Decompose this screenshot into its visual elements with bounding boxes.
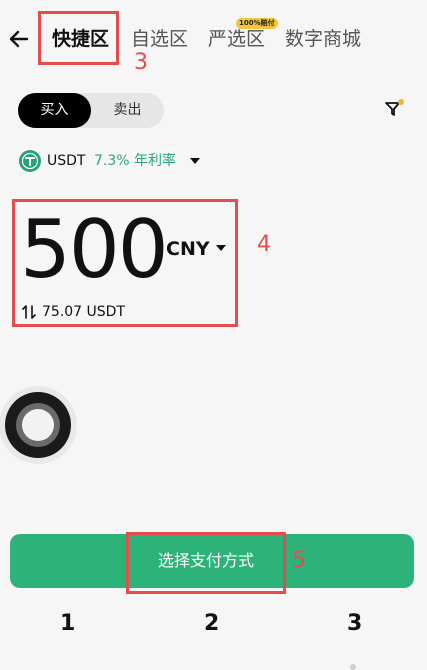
floating-assistive-button[interactable]	[5, 392, 71, 458]
back-arrow-icon[interactable]	[8, 26, 30, 52]
tab-watchlist-zone[interactable]: 自选区	[131, 26, 188, 52]
annotation-box-5	[126, 532, 286, 594]
sell-option[interactable]: 卖出	[91, 93, 164, 128]
compensation-badge: 100%赔付	[236, 18, 278, 29]
annotation-label-5: 5	[292, 548, 306, 573]
buy-option[interactable]: 买入	[18, 93, 91, 128]
annotation-box-3	[38, 11, 119, 65]
annotation-box-4	[12, 199, 238, 327]
home-indicator-dot	[350, 664, 356, 670]
buy-sell-toggle: 买入 卖出	[18, 93, 164, 128]
caret-down-icon[interactable]	[190, 158, 200, 164]
annotation-label-4: 4	[257, 232, 271, 257]
coin-annual-rate[interactable]: 7.3% 年利率	[94, 151, 176, 171]
bottom-number-1: 1	[60, 611, 76, 636]
tab-selected-zone[interactable]: 严选区	[208, 26, 265, 52]
bottom-number-2: 2	[204, 611, 220, 636]
annotation-label-3: 3	[134, 50, 148, 75]
usdt-icon	[19, 150, 41, 172]
filter-icon[interactable]	[383, 98, 405, 120]
tab-digital-mall[interactable]: 数字商城	[285, 26, 361, 52]
bottom-number-3: 3	[347, 611, 363, 636]
floating-button-core	[22, 409, 54, 441]
coin-name[interactable]: USDT	[47, 151, 85, 171]
